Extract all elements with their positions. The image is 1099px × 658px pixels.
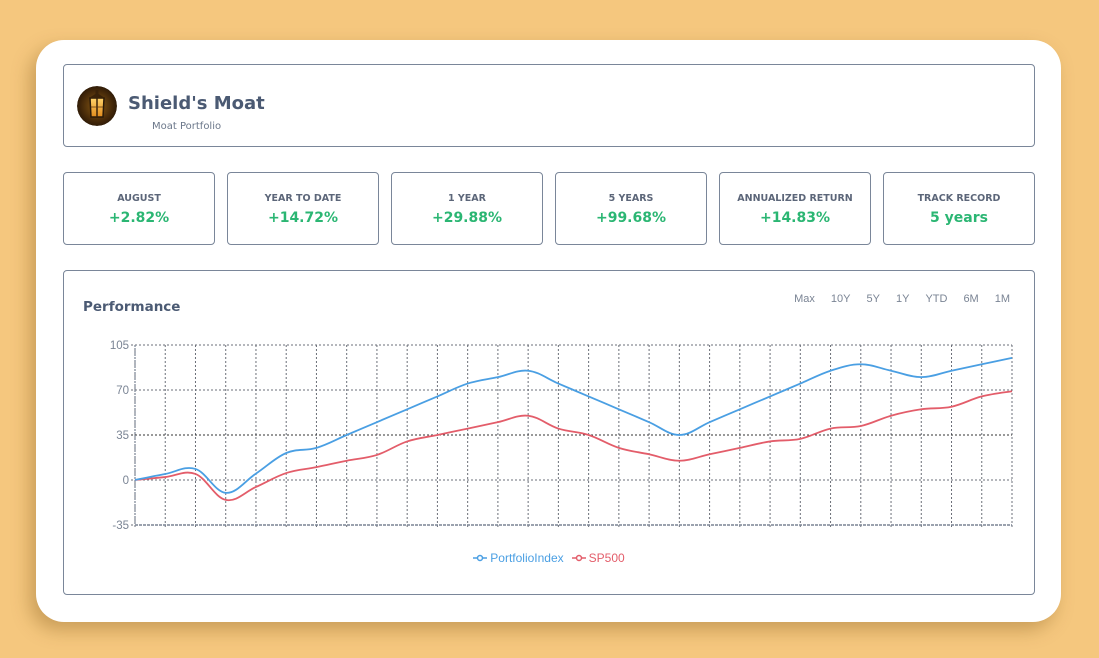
stat-value: +29.88% bbox=[431, 210, 503, 226]
series-line-portfolioindex bbox=[134, 356, 1013, 494]
stat-card-annualized-return: ANNUALIZED RETURN +14.83% bbox=[719, 172, 871, 245]
performance-chart: 105 70 35 0 -35 bbox=[110, 340, 1013, 532]
stats-row: AUGUST +2.82% YEAR TO DATE +14.72% 1 YEA… bbox=[63, 172, 1035, 245]
legend-item-sp500[interactable]: SP500 bbox=[571, 551, 625, 565]
stat-label: 1 YEAR bbox=[448, 193, 486, 204]
y-tick-label: 35 bbox=[116, 430, 129, 442]
stat-value: +99.68% bbox=[595, 210, 667, 226]
stat-label: 5 YEARS bbox=[608, 193, 654, 204]
stat-card-ytd: YEAR TO DATE +14.72% bbox=[227, 172, 379, 245]
stat-label: TRACK RECORD bbox=[917, 193, 1001, 204]
stat-card-track-record: TRACK RECORD 5 years bbox=[883, 172, 1035, 245]
stat-value: +2.82% bbox=[108, 210, 170, 226]
y-tick-label: -35 bbox=[112, 520, 129, 532]
legend-item-portfolio[interactable]: PortfolioIndex bbox=[473, 551, 564, 565]
performance-panel: Performance Max 10Y 5Y 1Y YTD 6M 1M 105 7… bbox=[63, 270, 1035, 595]
stat-card-august: AUGUST +2.82% bbox=[63, 172, 215, 245]
y-tick-label: 0 bbox=[123, 475, 129, 487]
legend-marker-portfolio bbox=[473, 554, 488, 562]
stat-label: YEAR TO DATE bbox=[264, 193, 342, 204]
stat-card-1-year: 1 YEAR +29.88% bbox=[391, 172, 543, 245]
stat-label: AUGUST bbox=[117, 193, 161, 204]
portfolio-title: Shield's Moat bbox=[128, 93, 265, 114]
legend-label-sp500: SP500 bbox=[588, 551, 625, 565]
portfolio-header: Shield's Moat Moat Portfolio bbox=[63, 64, 1035, 147]
legend-label-portfolio: PortfolioIndex bbox=[490, 551, 564, 565]
legend-marker-sp500 bbox=[571, 554, 586, 562]
stat-card-5-years: 5 YEARS +99.68% bbox=[555, 172, 707, 245]
series-line-sp500 bbox=[134, 390, 1013, 502]
lantern-icon bbox=[77, 86, 117, 126]
stat-value: +14.83% bbox=[759, 210, 831, 226]
y-tick-label: 70 bbox=[116, 385, 129, 397]
stat-value: 5 years bbox=[930, 210, 988, 226]
portfolio-subtitle: Moat Portfolio bbox=[152, 121, 222, 132]
stat-value: +14.72% bbox=[267, 210, 339, 226]
y-tick-label: 105 bbox=[110, 340, 129, 352]
chart-legend: PortfolioIndex SP500 bbox=[64, 551, 1034, 565]
stat-label: ANNUALIZED RETURN bbox=[737, 193, 853, 204]
